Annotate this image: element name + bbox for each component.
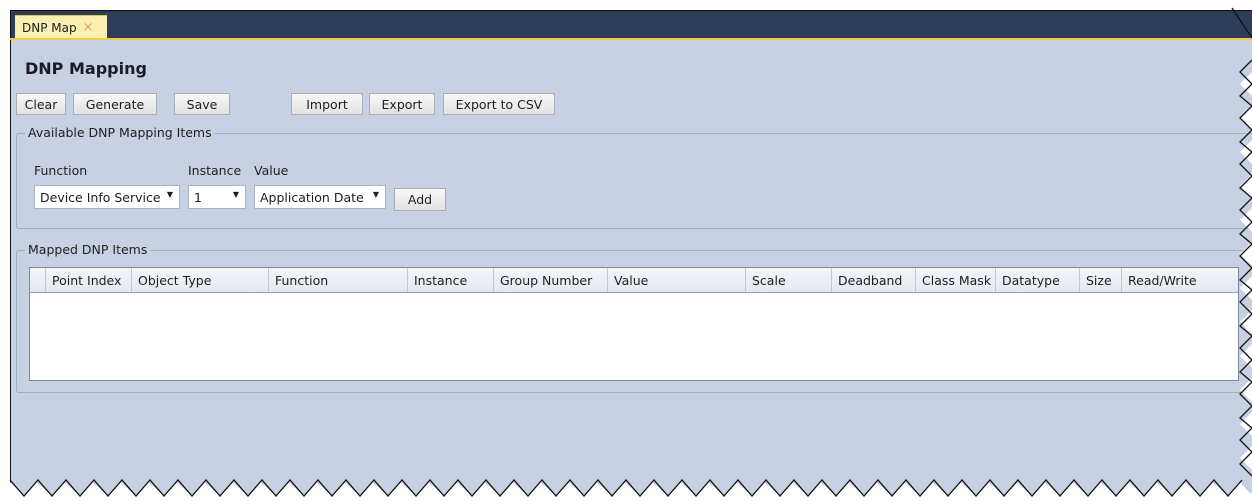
dnp-map-window: DNP Map × DNP Mapping Clear Generate Sav… (0, 0, 1252, 504)
cropped-edge-decoration (0, 7, 1252, 504)
